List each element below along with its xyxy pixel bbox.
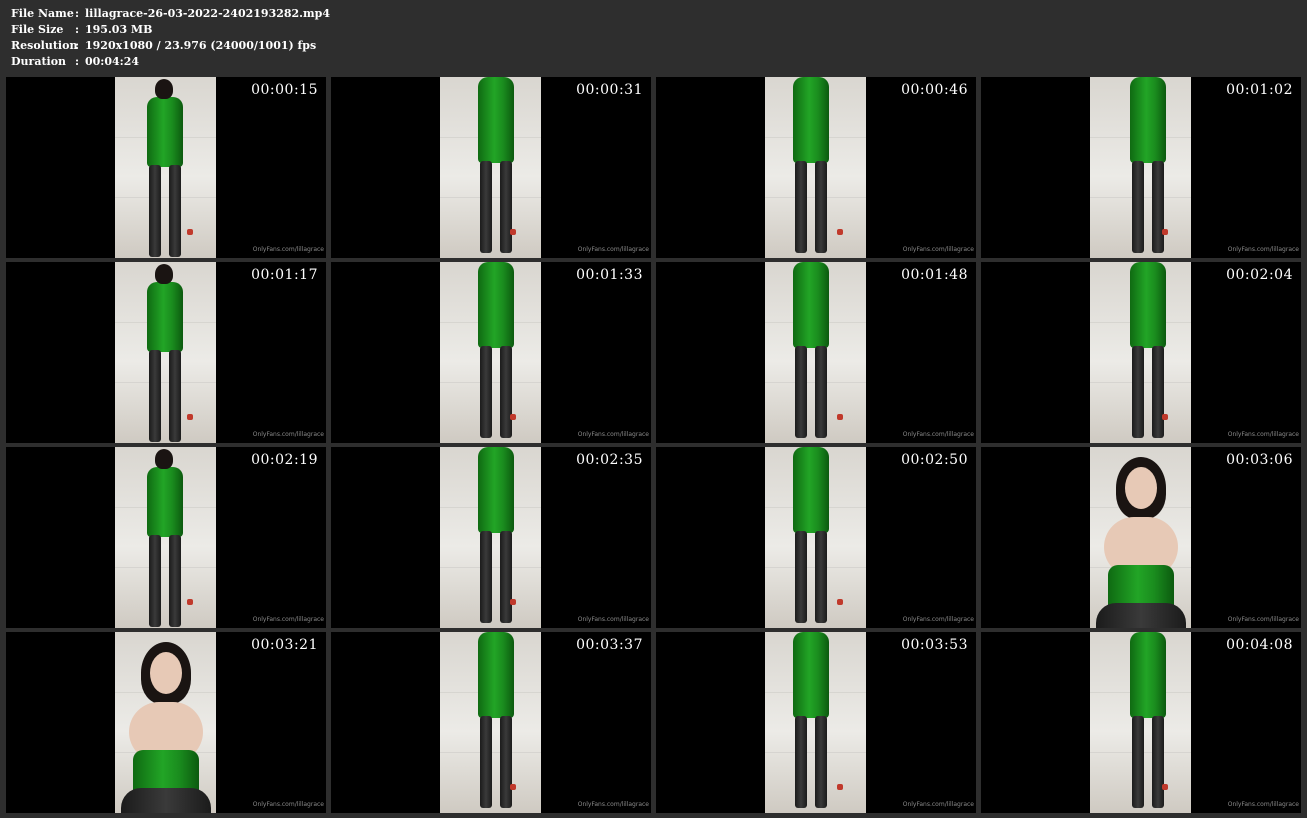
thumbnail[interactable]: 00:02:35 OnlyFans.com/lillagrace xyxy=(331,447,651,628)
thumbnail[interactable]: 00:00:15 OnlyFans.com/lillagrace xyxy=(6,77,326,258)
timestamp-label: 00:00:31 xyxy=(576,82,643,98)
thumbnail[interactable]: 00:03:06 OnlyFans.com/lillagrace xyxy=(981,447,1301,628)
watermark-text: OnlyFans.com/lillagrace xyxy=(252,801,324,808)
thumbnail[interactable]: 00:04:08 OnlyFans.com/lillagrace xyxy=(981,632,1301,813)
video-frame-image xyxy=(765,262,866,443)
watermark-text: OnlyFans.com/lillagrace xyxy=(1227,801,1299,808)
video-frame-image xyxy=(440,262,541,443)
thumbnail[interactable]: 00:00:46 OnlyFans.com/lillagrace xyxy=(656,77,976,258)
watermark-text: OnlyFans.com/lillagrace xyxy=(902,801,974,808)
timestamp-label: 00:01:17 xyxy=(251,267,318,283)
thumbnail[interactable]: 00:03:53 OnlyFans.com/lillagrace xyxy=(656,632,976,813)
info-label: File Size xyxy=(11,23,64,36)
thumbnail-grid: 00:00:15 OnlyFans.com/lillagrace 00:00:31 O… xyxy=(6,77,1301,813)
timestamp-label: 00:03:21 xyxy=(251,637,318,653)
timestamp-label: 00:03:37 xyxy=(576,637,643,653)
thumbnail[interactable]: 00:02:50 OnlyFans.com/lillagrace xyxy=(656,447,976,628)
thumbnail[interactable]: 00:01:33 OnlyFans.com/lillagrace xyxy=(331,262,651,443)
thumbnail[interactable]: 00:02:19 OnlyFans.com/lillagrace xyxy=(6,447,326,628)
timestamp-label: 00:03:06 xyxy=(1226,452,1293,468)
info-row-file-size: File Size : 195.03 MB xyxy=(11,22,330,38)
info-value: 1920x1080 / 23.976 (24000/1001) fps xyxy=(85,39,317,52)
timestamp-label: 00:00:46 xyxy=(901,82,968,98)
thumbnail[interactable]: 00:01:48 OnlyFans.com/lillagrace xyxy=(656,262,976,443)
watermark-text: OnlyFans.com/lillagrace xyxy=(577,246,649,253)
info-label: File Name xyxy=(11,7,74,20)
info-separator: : xyxy=(75,23,80,36)
watermark-text: OnlyFans.com/lillagrace xyxy=(577,431,649,438)
info-row-duration: Duration : 00:04:24 xyxy=(11,54,330,70)
timestamp-label: 00:04:08 xyxy=(1226,637,1293,653)
timestamp-label: 00:02:35 xyxy=(576,452,643,468)
watermark-text: OnlyFans.com/lillagrace xyxy=(252,616,324,623)
info-value: lillagrace-26-03-2022-2402193282.mp4 xyxy=(85,7,330,20)
video-frame-image xyxy=(440,447,541,628)
info-label: Duration xyxy=(11,55,67,68)
timestamp-label: 00:02:04 xyxy=(1226,267,1293,283)
timestamp-label: 00:01:48 xyxy=(901,267,968,283)
info-separator: : xyxy=(75,7,80,20)
timestamp-label: 00:01:02 xyxy=(1226,82,1293,98)
timestamp-label: 00:02:19 xyxy=(251,452,318,468)
watermark-text: OnlyFans.com/lillagrace xyxy=(902,616,974,623)
video-frame-image xyxy=(765,77,866,258)
thumbnail[interactable]: 00:03:21 OnlyFans.com/lillagrace xyxy=(6,632,326,813)
watermark-text: OnlyFans.com/lillagrace xyxy=(902,246,974,253)
thumbnail[interactable]: 00:01:02 OnlyFans.com/lillagrace xyxy=(981,77,1301,258)
watermark-text: OnlyFans.com/lillagrace xyxy=(1227,616,1299,623)
info-label: Resolution xyxy=(11,39,78,52)
thumbnail[interactable]: 00:00:31 OnlyFans.com/lillagrace xyxy=(331,77,651,258)
video-frame-image xyxy=(115,77,216,258)
file-info-panel: File Name : lillagrace-26-03-2022-240219… xyxy=(11,6,330,70)
video-frame-image xyxy=(440,77,541,258)
watermark-text: OnlyFans.com/lillagrace xyxy=(577,801,649,808)
watermark-text: OnlyFans.com/lillagrace xyxy=(252,246,324,253)
watermark-text: OnlyFans.com/lillagrace xyxy=(902,431,974,438)
video-frame-image xyxy=(1090,632,1191,813)
video-frame-image xyxy=(765,632,866,813)
video-frame-image xyxy=(1090,262,1191,443)
thumbnail[interactable]: 00:01:17 OnlyFans.com/lillagrace xyxy=(6,262,326,443)
watermark-text: OnlyFans.com/lillagrace xyxy=(1227,246,1299,253)
info-separator: : xyxy=(75,39,80,52)
watermark-text: OnlyFans.com/lillagrace xyxy=(577,616,649,623)
info-row-file-name: File Name : lillagrace-26-03-2022-240219… xyxy=(11,6,330,22)
info-row-resolution: Resolution : 1920x1080 / 23.976 (24000/1… xyxy=(11,38,330,54)
video-frame-image xyxy=(765,447,866,628)
thumbnail[interactable]: 00:02:04 OnlyFans.com/lillagrace xyxy=(981,262,1301,443)
info-separator: : xyxy=(75,55,80,68)
watermark-text: OnlyFans.com/lillagrace xyxy=(252,431,324,438)
info-value: 195.03 MB xyxy=(85,23,153,36)
thumbnail[interactable]: 00:03:37 OnlyFans.com/lillagrace xyxy=(331,632,651,813)
watermark-text: OnlyFans.com/lillagrace xyxy=(1227,431,1299,438)
timestamp-label: 00:00:15 xyxy=(251,82,318,98)
video-frame-image xyxy=(115,632,216,813)
video-frame-image xyxy=(1090,77,1191,258)
info-value: 00:04:24 xyxy=(85,55,140,68)
timestamp-label: 00:03:53 xyxy=(901,637,968,653)
video-frame-image xyxy=(115,262,216,443)
video-frame-image xyxy=(115,447,216,628)
video-frame-image xyxy=(1090,447,1191,628)
video-frame-image xyxy=(440,632,541,813)
timestamp-label: 00:01:33 xyxy=(576,267,643,283)
timestamp-label: 00:02:50 xyxy=(901,452,968,468)
